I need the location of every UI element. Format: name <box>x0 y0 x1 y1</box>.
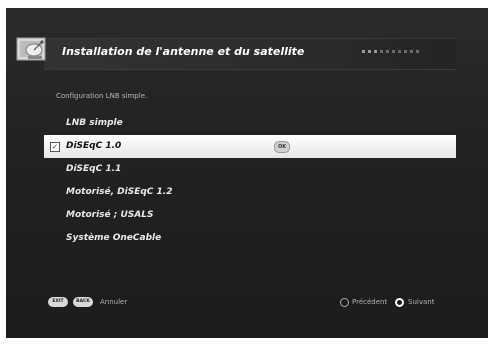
progress-dots <box>362 50 419 53</box>
lnb-option-list: LNB simple ✓ DiSEqC 1.0 OK DiSEqC 1.1 Mo… <box>44 112 456 250</box>
menu-item-label: Motorisé ; USALS <box>66 210 154 220</box>
menu-item-diseqc-1-0[interactable]: ✓ DiSEqC 1.0 OK <box>44 135 456 158</box>
progress-dot <box>386 50 389 53</box>
progress-dot <box>362 50 365 53</box>
footer-bar: EXIT BACK Annuler Précédent Suivant <box>48 297 448 309</box>
menu-item-motorise-diseqc-1-2[interactable]: Motorisé, DiSEqC 1.2 <box>44 181 456 204</box>
progress-dot <box>374 50 377 53</box>
exit-button[interactable]: EXIT <box>48 297 68 307</box>
progress-dot <box>392 50 395 53</box>
progress-dot <box>398 50 401 53</box>
menu-item-label: LNB simple <box>66 118 123 128</box>
previous-circle-icon[interactable] <box>340 298 349 307</box>
section-subtitle: Configuration LNB simple. <box>56 92 148 100</box>
progress-dot <box>416 50 419 53</box>
menu-item-label: Système OneCable <box>66 233 162 243</box>
menu-item-diseqc-1-1[interactable]: DiSEqC 1.1 <box>44 158 456 181</box>
menu-item-label: Motorisé, DiSEqC 1.2 <box>66 187 173 197</box>
menu-item-motorise-usals[interactable]: Motorisé ; USALS <box>44 204 456 227</box>
next-circle-icon[interactable] <box>395 298 404 307</box>
progress-dot <box>368 50 371 53</box>
previous-label[interactable]: Précédent <box>352 297 387 308</box>
progress-dot <box>380 50 383 53</box>
satellite-dish-icon <box>16 37 46 61</box>
next-label[interactable]: Suivant <box>408 297 434 308</box>
menu-item-lnb-simple[interactable]: LNB simple <box>44 112 456 135</box>
menu-item-systeme-onecable[interactable]: Système OneCable <box>44 227 456 250</box>
ok-button-icon[interactable]: OK <box>274 141 290 153</box>
progress-dot <box>404 50 407 53</box>
progress-dot <box>410 50 413 53</box>
menu-item-label: DiSEqC 1.1 <box>66 164 122 174</box>
checkbox-icon: ✓ <box>50 142 60 152</box>
page-title: Installation de l'antenne et du satellit… <box>62 45 305 58</box>
menu-item-label: DiSEqC 1.0 <box>66 141 122 151</box>
cancel-label: Annuler <box>100 298 128 306</box>
back-button[interactable]: BACK <box>73 297 93 307</box>
